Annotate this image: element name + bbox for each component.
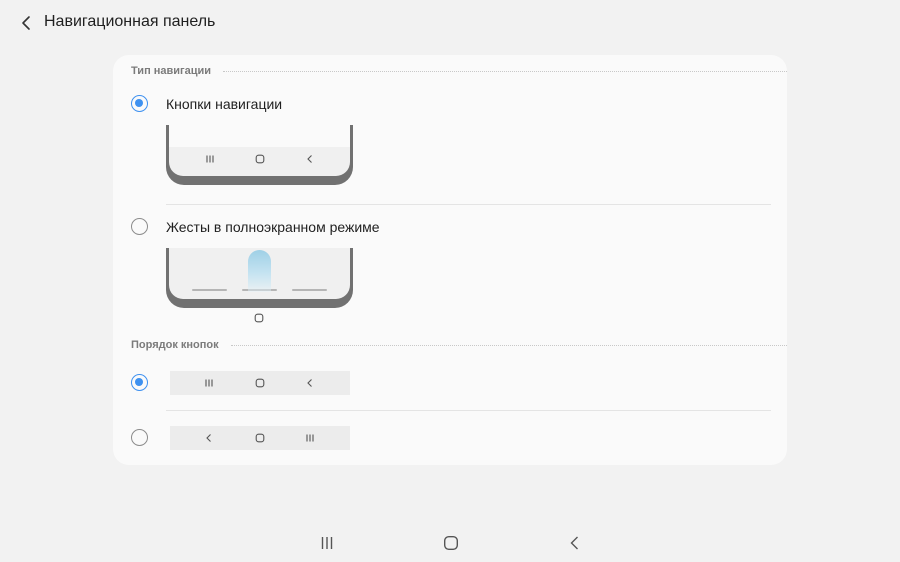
- recent-apps-icon: [206, 155, 214, 163]
- gestures-preview[interactable]: [166, 248, 353, 308]
- back-icon: [307, 379, 312, 387]
- radio-order-back-home-recent[interactable]: [131, 429, 148, 446]
- radio-nav-buttons[interactable]: [131, 95, 148, 112]
- recent-apps-icon: [306, 434, 314, 442]
- button-order-preview[interactable]: [170, 426, 350, 450]
- section-label: Тип навигации: [131, 65, 212, 77]
- home-button[interactable]: [439, 532, 463, 554]
- home-icon: [255, 154, 265, 164]
- radio-gestures[interactable]: [131, 218, 148, 235]
- radio-order-recent-home-back[interactable]: [131, 374, 148, 391]
- section-divider: [223, 71, 787, 72]
- back-icon: [206, 434, 211, 442]
- section-divider: [230, 345, 787, 346]
- swipe-hint-line: [292, 289, 327, 291]
- settings-card: Тип навигации Кнопки навигации Жесты в п…: [113, 55, 787, 465]
- back-icon: [570, 536, 578, 550]
- home-icon: [255, 433, 265, 443]
- header: Навигационная панель: [0, 0, 900, 46]
- nav-buttons-preview[interactable]: [166, 125, 353, 185]
- home-icon: [255, 378, 265, 388]
- home-icon: [444, 536, 459, 551]
- option-label-nav-buttons[interactable]: Кнопки навигации: [166, 96, 282, 112]
- recent-apps-button[interactable]: [315, 532, 339, 554]
- page-title: Навигационная панель: [44, 13, 216, 30]
- back-button-system[interactable]: [563, 532, 587, 554]
- back-button[interactable]: [14, 11, 38, 35]
- option-divider: [166, 410, 771, 411]
- swipe-gesture-illustration: [248, 250, 271, 292]
- section-label: Порядок кнопок: [131, 339, 219, 351]
- home-icon: [254, 313, 264, 323]
- back-icon: [307, 155, 312, 163]
- preview-screen: [169, 248, 350, 299]
- recent-apps-icon: [205, 379, 213, 387]
- option-divider: [166, 204, 771, 205]
- swipe-hint-line: [192, 289, 227, 291]
- chevron-left-icon: [22, 16, 30, 30]
- recent-apps-icon: [321, 537, 333, 549]
- section-header-nav-type: Тип навигации: [131, 63, 787, 79]
- section-header-button-order: Порядок кнопок: [131, 337, 787, 353]
- preview-screen: [169, 125, 350, 176]
- button-order-preview[interactable]: [170, 371, 350, 395]
- option-label-gestures[interactable]: Жесты в полноэкранном режиме: [166, 219, 380, 235]
- system-navigation-bar: [0, 528, 900, 558]
